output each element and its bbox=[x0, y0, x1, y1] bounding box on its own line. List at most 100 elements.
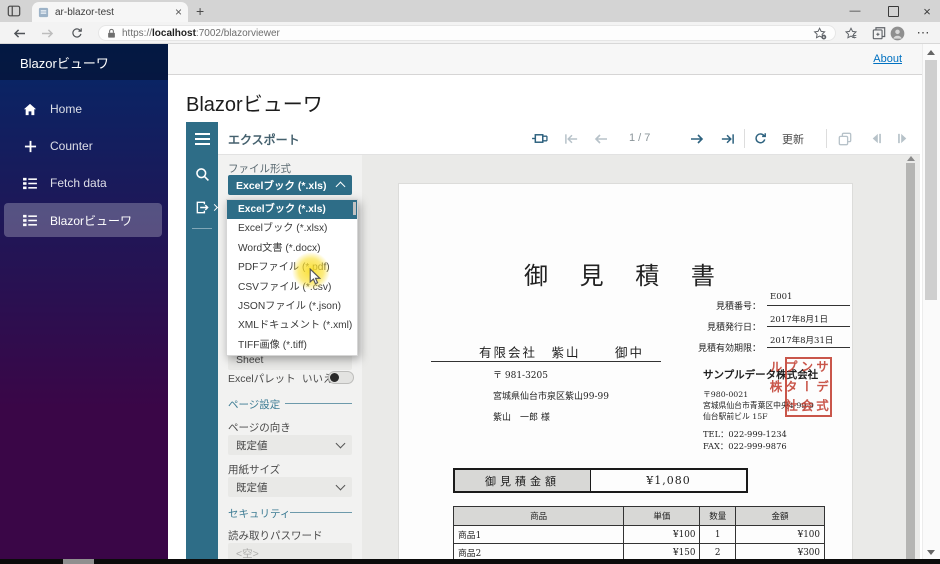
new-tab-button[interactable]: + bbox=[196, 3, 204, 19]
top-bar: About bbox=[168, 44, 922, 75]
list-icon bbox=[22, 177, 38, 190]
collections-icon[interactable] bbox=[870, 25, 888, 41]
window-maximize-button[interactable] bbox=[876, 0, 910, 22]
window-close-button[interactable]: × bbox=[910, 0, 940, 22]
dropdown-option-xlsx[interactable]: Excelブック (*.xlsx) bbox=[227, 219, 357, 238]
total-amount-value: ¥1,080 bbox=[591, 470, 746, 491]
dropdown-scrollbar[interactable] bbox=[353, 202, 356, 215]
pin-panel-icon[interactable] bbox=[526, 122, 552, 155]
dropdown-option-xls[interactable]: Excelブック (*.xls) bbox=[227, 200, 357, 219]
refresh-icon[interactable] bbox=[748, 122, 772, 155]
brand-row: Blazorビューワ bbox=[0, 44, 168, 80]
scroll-up-icon[interactable] bbox=[927, 50, 935, 55]
window-minimize-button[interactable]: — bbox=[838, 0, 872, 22]
plus-icon bbox=[22, 140, 38, 153]
search-icon[interactable] bbox=[186, 167, 218, 182]
supplier-fax: FAX：022-999-9876 bbox=[703, 440, 787, 452]
excel-palette-label: Excelパレット bbox=[228, 371, 296, 386]
total-amount-label: 御見積金額 bbox=[455, 470, 591, 491]
back-icon[interactable] bbox=[10, 25, 28, 41]
cell-unit-price: ¥100 bbox=[624, 526, 700, 544]
profile-avatar[interactable] bbox=[888, 25, 906, 41]
page-title: Blazorビューワ bbox=[186, 88, 323, 117]
favorites-icon[interactable] bbox=[842, 25, 860, 41]
dropdown-option-json[interactable]: JSONファイル (*.json) bbox=[227, 297, 357, 316]
col-header-product: 商品 bbox=[454, 507, 624, 526]
sidebar-item-fetch-data[interactable]: Fetch data bbox=[4, 166, 162, 200]
scroll-down-icon[interactable] bbox=[927, 550, 935, 555]
security-header: セキュリティ bbox=[228, 506, 290, 521]
orientation-select[interactable]: 既定値 bbox=[228, 435, 352, 455]
tab-close-icon[interactable]: × bbox=[175, 6, 182, 18]
forward-icon[interactable] bbox=[38, 25, 56, 41]
paper-size-select[interactable]: 既定値 bbox=[228, 477, 352, 497]
customer-honorific: 御中 bbox=[615, 342, 644, 361]
about-link[interactable]: About bbox=[873, 53, 902, 65]
refresh-label[interactable]: 更新 bbox=[778, 122, 808, 155]
toolbar-separator bbox=[826, 129, 827, 148]
reload-icon[interactable] bbox=[68, 25, 86, 41]
copy-page-icon[interactable] bbox=[832, 122, 858, 155]
app-brand[interactable]: Blazorビューワ bbox=[20, 53, 109, 72]
document-title: 御 見 積 書 bbox=[399, 256, 852, 291]
tab-title: ar-blazor-test bbox=[55, 7, 175, 18]
url-field[interactable]: https://localhost:7002/blazorviewer bbox=[98, 25, 836, 41]
expiry-date-label: 見積有効期限： bbox=[631, 341, 761, 354]
company-stamp: サンプルデータ株式会社 bbox=[785, 357, 832, 417]
supplier-postal: 〒980-0021 bbox=[703, 389, 748, 400]
expiry-date-value: 2017年8月31日 bbox=[767, 334, 850, 348]
table-row: 商品1 ¥100 1 ¥100 bbox=[454, 526, 825, 544]
viewer-scrollbar[interactable] bbox=[906, 163, 915, 559]
paper-size-label: 用紙サイズ bbox=[228, 462, 280, 477]
browser-tab[interactable]: ar-blazor-test × bbox=[32, 2, 188, 22]
table-header-row: 商品 単価 数量 金額 bbox=[454, 507, 825, 526]
col-header-amount: 金額 bbox=[736, 507, 825, 526]
document-area: 御 見 積 書 見積番号： E001 見積発行日： 2017年8月1日 見積有効… bbox=[362, 155, 920, 564]
page-settings-header: ページ設定 bbox=[228, 397, 280, 412]
section-rule bbox=[290, 512, 352, 513]
file-format-select[interactable]: Excelブック (*.xls) bbox=[228, 175, 352, 195]
browser-menu-icon[interactable]: ⋯ bbox=[914, 25, 932, 41]
dropdown-option-docx[interactable]: Word文書 (*.docx) bbox=[227, 239, 357, 258]
first-page-icon[interactable] bbox=[558, 122, 584, 155]
list-icon bbox=[22, 214, 38, 227]
address-bar: https://localhost:7002/blazorviewer ⋯ bbox=[0, 22, 940, 44]
viewer-scroll-up-icon[interactable] bbox=[907, 156, 915, 161]
excel-palette-toggle[interactable] bbox=[328, 371, 354, 384]
sidebar-item-label: Fetch data bbox=[50, 176, 107, 190]
col-header-quantity: 数量 bbox=[700, 507, 736, 526]
cell-product: 商品1 bbox=[454, 526, 624, 544]
last-page-icon[interactable] bbox=[714, 122, 740, 155]
cell-amount: ¥100 bbox=[736, 526, 825, 544]
url-text: https://localhost:7002/blazorviewer bbox=[122, 28, 280, 39]
home-icon bbox=[22, 103, 38, 116]
sidebar-item-counter[interactable]: Counter bbox=[4, 129, 162, 163]
previous-page-icon[interactable] bbox=[588, 122, 614, 155]
col-header-unit-price: 単価 bbox=[624, 507, 700, 526]
dropdown-option-tiff[interactable]: TIFF画像 (*.tiff) bbox=[227, 336, 357, 355]
sidebar-item-label: Home bbox=[50, 102, 82, 116]
page-scrollbar-thumb[interactable] bbox=[925, 60, 937, 300]
dropdown-option-csv[interactable]: CSVファイル (*.csv) bbox=[227, 278, 357, 297]
bottom-bar-segment bbox=[63, 559, 94, 564]
sidebar-item-blazor-viewer[interactable]: Blazorビューワ bbox=[4, 203, 162, 237]
supplier-tel: TEL：022-999-1234 bbox=[703, 428, 787, 440]
history-forward-icon[interactable] bbox=[890, 122, 916, 155]
viewer-toolbar: エクスポート 1 / 7 更新 bbox=[186, 122, 920, 155]
sidebar-item-home[interactable]: Home bbox=[4, 92, 162, 126]
next-page-icon[interactable] bbox=[684, 122, 710, 155]
history-back-icon[interactable] bbox=[862, 122, 888, 155]
chevron-down-icon bbox=[336, 439, 346, 449]
add-favorite-icon[interactable] bbox=[813, 27, 827, 40]
orientation-label: ページの向き bbox=[228, 420, 291, 435]
customer-postal: 〒 981-3205 bbox=[493, 368, 548, 381]
tab-actions-icon[interactable] bbox=[7, 4, 21, 18]
viewer-icon-strip bbox=[186, 155, 218, 564]
sidebar-toggle-icon[interactable] bbox=[186, 122, 218, 155]
page-indicator[interactable]: 1 / 7 bbox=[629, 132, 650, 144]
chevron-down-icon bbox=[336, 481, 346, 491]
chevron-up-icon bbox=[336, 182, 346, 192]
issue-date-value: 2017年8月1日 bbox=[767, 313, 850, 327]
browser-window: ar-blazor-test × + — × https://localhost… bbox=[0, 0, 940, 564]
dropdown-option-xml[interactable]: XMLドキュメント (*.xml) bbox=[227, 316, 357, 335]
